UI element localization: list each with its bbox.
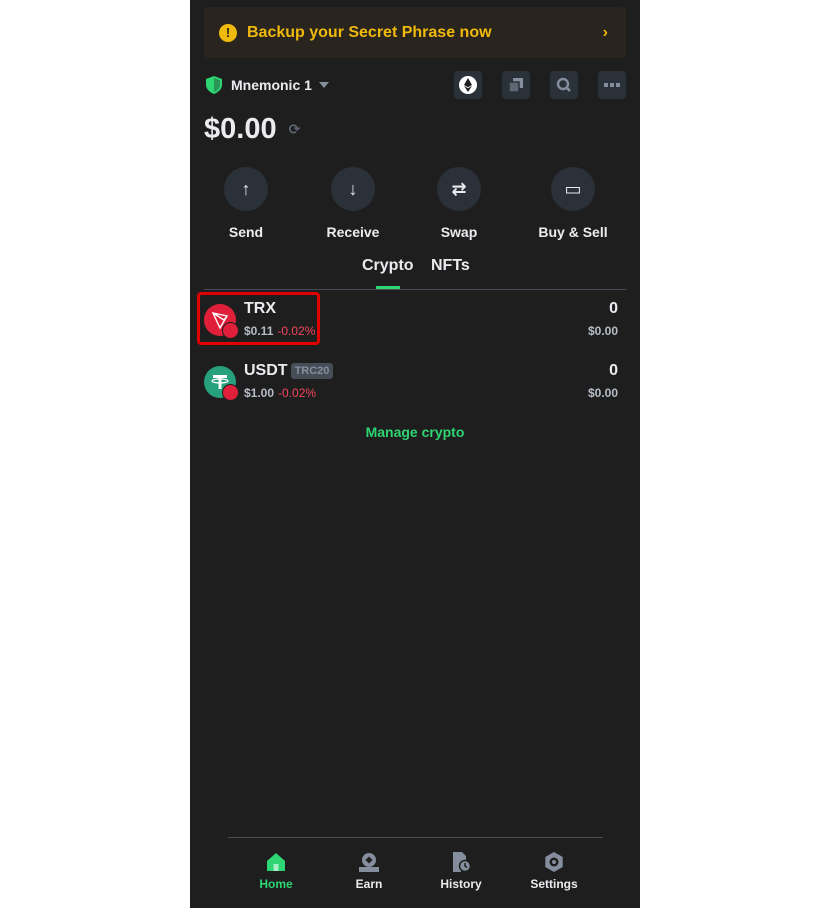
nav-earn-label: Earn [355, 877, 383, 891]
buy-sell-label: Buy & Sell [538, 224, 608, 240]
gear-icon [545, 852, 563, 872]
asset-price: $1.00 [244, 386, 275, 400]
swap-button[interactable]: ⇄ Swap [414, 167, 504, 240]
tab-crypto[interactable]: Crypto [362, 257, 414, 275]
backup-banner[interactable]: ! Backup your Secret Phrase now › [204, 7, 626, 58]
arrow-down-icon: ↓ [331, 167, 375, 211]
selection-highlight [197, 292, 320, 345]
nav-history-label: History [440, 877, 482, 891]
chevron-right-icon: › [602, 23, 608, 41]
shield-icon [206, 76, 222, 94]
bottom-nav: Home Earn History Settings [190, 852, 640, 902]
receive-button[interactable]: ↓ Receive [308, 167, 398, 240]
manage-crypto-link[interactable]: Manage crypto [190, 424, 640, 440]
more-icon [604, 83, 620, 87]
exclamation-icon: ! [219, 23, 237, 42]
backup-banner-text: Backup your Secret Phrase now [247, 23, 492, 41]
asset-quantity: 0 [609, 300, 618, 317]
asset-value: $0.00 [587, 386, 618, 400]
usdt-coin-icon [204, 366, 239, 401]
asset-quantity: 0 [609, 362, 618, 379]
more-button[interactable] [598, 71, 626, 99]
wallet-app: ! Backup your Secret Phrase now › Mnemon… [190, 0, 640, 908]
tron-chain-badge-icon [222, 384, 239, 401]
asset-value: $0.00 [587, 324, 618, 338]
buy-sell-button[interactable]: ▭ Buy & Sell [528, 167, 618, 240]
copy-address-button[interactable] [502, 71, 530, 99]
receive-label: Receive [326, 224, 380, 240]
nav-divider [228, 837, 603, 838]
swap-label: Swap [440, 224, 478, 240]
send-label: Send [228, 224, 264, 240]
asset-change: -0.02% [278, 386, 317, 400]
earn-icon [359, 853, 379, 872]
token-standard-badge: TRC20 [290, 363, 334, 379]
account-row: Mnemonic 1 [204, 70, 626, 100]
send-button[interactable]: ↑ Send [201, 167, 291, 240]
arrow-up-icon: ↑ [224, 167, 268, 211]
action-bar: ↑ Send ↓ Receive ⇄ Swap ▭ Buy & Sell [190, 167, 640, 247]
home-icon [267, 853, 285, 871]
nav-settings-label: Settings [530, 877, 578, 891]
tab-nfts[interactable]: NFTs [431, 257, 470, 275]
refresh-icon[interactable]: ⟳ [289, 121, 301, 138]
tab-divider [204, 289, 626, 290]
network-button[interactable] [454, 71, 482, 99]
nav-home-label: Home [259, 877, 293, 891]
swap-icon: ⇄ [437, 167, 481, 211]
search-button[interactable] [550, 71, 578, 99]
account-name[interactable]: Mnemonic 1 [231, 77, 312, 93]
asset-row-usdt[interactable]: USDT TRC20 $1.00 -0.02% 0 $0.00 [204, 360, 626, 406]
copy-icon [509, 78, 523, 92]
nav-earn[interactable]: Earn [329, 852, 409, 891]
asset-symbol: USDT [244, 362, 288, 379]
search-icon [556, 77, 571, 92]
ethereum-network-icon [459, 76, 477, 94]
card-icon: ▭ [551, 167, 595, 211]
nav-settings[interactable]: Settings [514, 852, 594, 891]
balance-amount: $0.00 [204, 113, 277, 145]
nav-history[interactable]: History [421, 852, 501, 891]
total-balance: $0.00 ⟳ [204, 113, 300, 146]
history-icon [453, 852, 471, 872]
nav-home[interactable]: Home [236, 852, 316, 891]
asset-tabs: Crypto NFTs [190, 255, 640, 290]
caret-down-icon[interactable] [318, 82, 329, 88]
